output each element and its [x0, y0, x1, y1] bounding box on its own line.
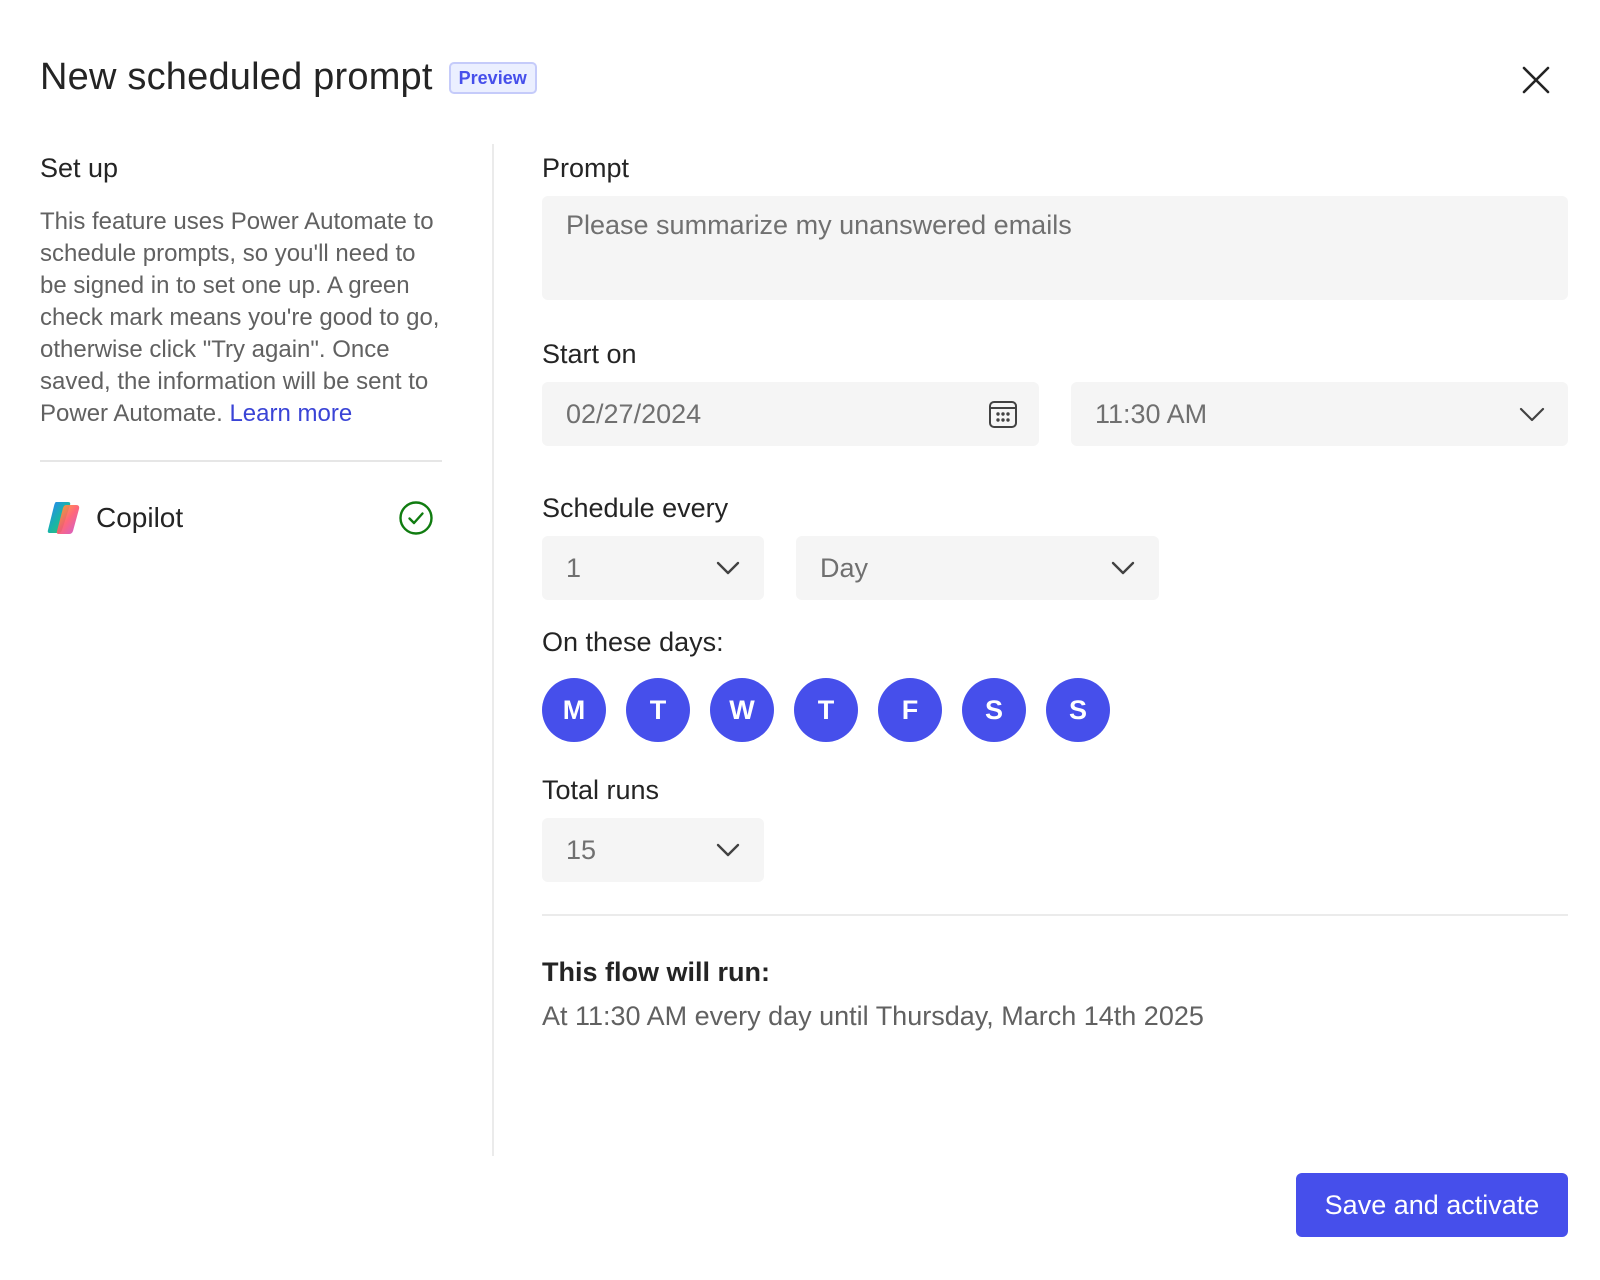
close-button[interactable] — [1518, 62, 1554, 98]
day-toggle-friday[interactable]: F — [878, 678, 942, 742]
start-on-label: Start on — [542, 339, 637, 369]
summary-title: This flow will run: — [542, 957, 770, 987]
summary-text: At 11:30 AM every day until Thursday, Ma… — [542, 1001, 1204, 1031]
day-toggle-wednesday[interactable]: W — [710, 678, 774, 742]
days-label: On these days: — [542, 627, 724, 657]
total-runs-dropdown[interactable]: 15 — [542, 818, 764, 882]
day-picker: M T W T F S S — [542, 678, 1568, 742]
check-circle-icon — [399, 501, 433, 535]
interval-value: 1 — [566, 552, 582, 583]
scheduled-prompt-dialog: New scheduled prompt Preview Set up This… — [0, 0, 1600, 1280]
prompt-placeholder: Please summarize my unanswered emails — [566, 210, 1072, 240]
start-on-row: 02/27/2024 11:30 AM — [542, 382, 1568, 446]
chevron-down-icon — [716, 843, 740, 857]
copilot-label: Copilot — [96, 502, 184, 533]
copilot-connection-row: Copilot — [40, 498, 442, 538]
chevron-down-icon — [1111, 561, 1135, 575]
dialog-title: New scheduled prompt — [40, 56, 433, 98]
start-date-value: 02/27/2024 — [566, 398, 702, 429]
summary-divider — [542, 914, 1568, 916]
day-toggle-thursday[interactable]: T — [794, 678, 858, 742]
copilot-logo-icon — [47, 502, 80, 534]
interval-unit-value: Day — [820, 552, 869, 583]
dialog-header: New scheduled prompt Preview — [40, 56, 537, 99]
start-time-dropdown[interactable]: 11:30 AM — [1071, 382, 1568, 446]
interval-dropdown[interactable]: 1 — [542, 536, 764, 600]
setup-panel: Set up This feature uses Power Automate … — [40, 150, 442, 538]
panel-divider — [492, 144, 494, 1156]
form-panel: Prompt Please summarize my unanswered em… — [542, 150, 1568, 1034]
start-time-value: 11:30 AM — [1095, 398, 1208, 429]
total-runs-label: Total runs — [542, 775, 660, 805]
chevron-down-icon — [1519, 407, 1545, 422]
day-toggle-tuesday[interactable]: T — [626, 678, 690, 742]
schedule-every-row: 1 Day — [542, 536, 1568, 600]
preview-badge: Preview — [448, 61, 537, 94]
prompt-label: Prompt — [542, 153, 630, 183]
setup-description: This feature uses Power Automate to sche… — [40, 206, 442, 430]
day-toggle-sunday[interactable]: S — [1046, 678, 1110, 742]
total-runs-value: 15 — [566, 834, 597, 865]
chevron-down-icon — [716, 561, 740, 575]
start-date-input[interactable]: 02/27/2024 — [542, 382, 1039, 446]
interval-unit-dropdown[interactable]: Day — [796, 536, 1159, 600]
learn-more-link[interactable]: Learn more — [229, 400, 352, 427]
schedule-every-label: Schedule every — [542, 493, 729, 523]
day-toggle-monday[interactable]: M — [542, 678, 606, 742]
save-and-activate-button[interactable]: Save and activate — [1296, 1173, 1568, 1237]
close-icon — [1522, 66, 1550, 94]
setup-heading: Set up — [40, 153, 119, 183]
setup-description-text: This feature uses Power Automate to sche… — [40, 208, 440, 427]
day-toggle-saturday[interactable]: S — [962, 678, 1026, 742]
prompt-input[interactable]: Please summarize my unanswered emails — [542, 196, 1568, 300]
setup-divider — [40, 460, 442, 462]
calendar-icon[interactable] — [987, 398, 1019, 430]
